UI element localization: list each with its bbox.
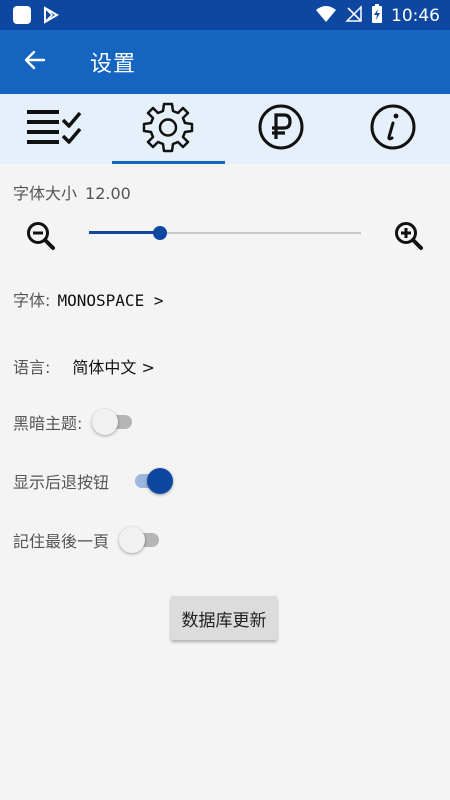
tab-info[interactable] — [337, 94, 449, 164]
language-setting[interactable]: 语言: 简体中文 > — [13, 354, 155, 378]
arrow-left-icon — [23, 48, 47, 76]
zoom-out-button[interactable] — [26, 221, 56, 251]
tab-indicator — [112, 161, 225, 164]
ruble-icon — [257, 103, 305, 155]
app-square-icon — [12, 5, 32, 29]
info-icon — [369, 103, 417, 155]
back-button[interactable] — [18, 46, 52, 78]
language-label: 语言: — [13, 358, 51, 377]
play-store-icon — [42, 6, 60, 28]
tab-settings[interactable] — [112, 94, 224, 164]
dark-theme-row: 黑暗主题: — [13, 409, 136, 435]
remember-last-page-label: 記住最後一頁 — [13, 532, 110, 551]
page-title: 设置 — [90, 52, 137, 77]
battery-charging-icon — [371, 4, 383, 28]
zoom-in-button[interactable] — [394, 221, 424, 251]
remember-last-page-row: 記住最後一頁 — [13, 527, 163, 553]
font-value: MONOSPACE > — [57, 291, 164, 310]
font-size-slider[interactable] — [89, 222, 361, 244]
font-size-label: 字体大小 — [13, 184, 78, 203]
slider-thumb[interactable] — [153, 226, 167, 240]
zoom-out-icon — [26, 222, 56, 255]
font-label: 字体: — [13, 291, 51, 310]
dark-theme-label: 黑暗主题: — [13, 414, 83, 433]
font-setting[interactable]: 字体: MONOSPACE > — [13, 287, 163, 311]
dark-theme-switch[interactable] — [92, 409, 136, 435]
zoom-in-icon — [394, 222, 424, 255]
show-back-button-switch[interactable] — [129, 468, 174, 494]
status-bar: 10:46 — [0, 0, 450, 30]
wifi-icon — [315, 5, 337, 27]
font-size-value: 12.00 — [85, 184, 131, 203]
show-back-button-label: 显示后退按钮 — [13, 473, 110, 492]
switch-knob — [147, 468, 174, 494]
update-database-button[interactable]: 数据库更新 — [171, 596, 277, 640]
language-value: 简体中文 > — [72, 358, 155, 377]
tab-bar — [0, 94, 450, 164]
remember-last-page-switch[interactable] — [119, 527, 163, 553]
font-size-row: 字体大小 12.00 — [13, 180, 131, 204]
no-signal-icon — [345, 5, 363, 27]
show-back-button-row: 显示后退按钮 — [13, 468, 174, 494]
gear-icon — [142, 101, 194, 157]
switch-knob — [92, 409, 119, 435]
status-time: 10:46 — [391, 6, 440, 26]
app-bar: 设置 — [0, 30, 450, 94]
switch-knob — [119, 527, 146, 553]
checklist-icon — [27, 104, 85, 154]
tab-donate[interactable] — [225, 94, 337, 164]
tab-list[interactable] — [0, 94, 112, 164]
slider-fill — [89, 231, 160, 234]
